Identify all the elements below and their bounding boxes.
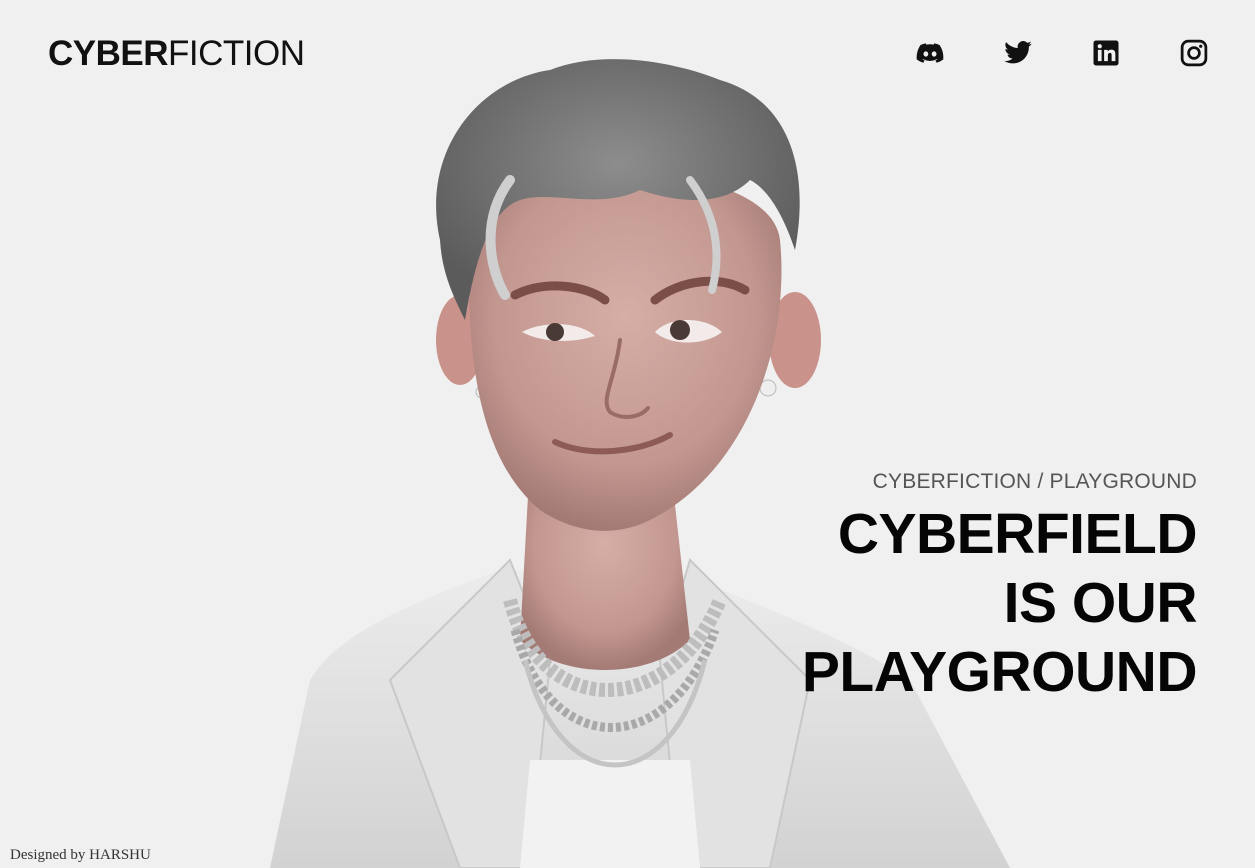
- headline-line-3: PLAYGROUND: [801, 640, 1198, 704]
- instagram-link[interactable]: [1177, 36, 1211, 70]
- headline-line-2: IS OUR: [1003, 571, 1198, 635]
- hero-kicker: CYBERFICTION / PLAYGROUND: [872, 470, 1197, 493]
- hero-character-image: [250, 40, 1030, 868]
- instagram-icon: [1180, 39, 1208, 67]
- linkedin-icon: [1093, 40, 1119, 66]
- designer-credit: Designed by HARSHU: [10, 847, 151, 863]
- logo-bold-text: CYBER: [48, 34, 169, 73]
- headline-line-1: CYBERFIELD: [837, 502, 1198, 566]
- hero-page: CYBERFICTION CYBERFICTION / PLAYGROUND C…: [0, 0, 1255, 868]
- hero-headline: CYBERFIELD IS OUR PLAYGROUND: [777, 500, 1198, 707]
- linkedin-link[interactable]: [1089, 36, 1123, 70]
